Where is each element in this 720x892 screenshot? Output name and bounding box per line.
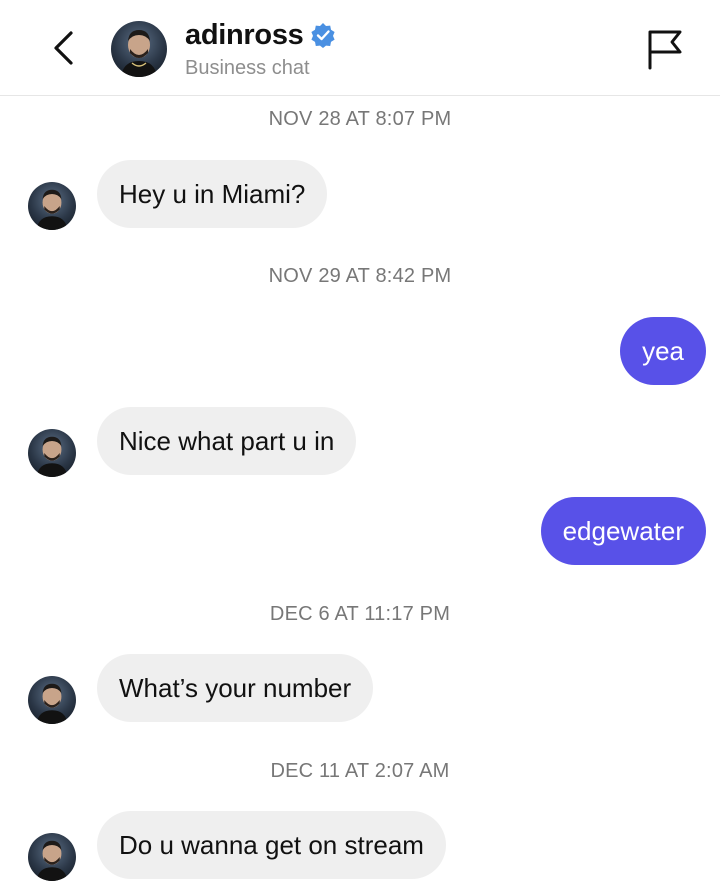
incoming-message[interactable]: What’s your number	[97, 654, 374, 722]
username-row[interactable]: adinross	[185, 18, 336, 52]
timestamp: NOV 28 AT 8:07 PM	[268, 108, 452, 130]
incoming-message[interactable]: Nice what part u in	[97, 407, 357, 475]
chevron-left-icon[interactable]	[44, 28, 84, 68]
sender-avatar[interactable]	[28, 429, 76, 477]
flag-icon[interactable]	[644, 28, 684, 70]
chat-header: adinross Business chat	[0, 0, 720, 96]
sender-avatar[interactable]	[28, 676, 76, 724]
chat-type-label: Business chat	[185, 57, 310, 79]
sender-avatar[interactable]	[28, 833, 76, 881]
sender-avatar[interactable]	[28, 182, 76, 230]
outgoing-message[interactable]: edgewater	[540, 497, 706, 565]
timestamp: DEC 11 AT 2:07 AM	[270, 760, 450, 782]
verified-badge-icon	[311, 23, 336, 48]
username: adinross	[185, 18, 304, 51]
message-thread: NOV 28 AT 8:07 PM Hey u in Miami? NOV 29…	[0, 96, 720, 892]
incoming-message[interactable]: Hey u in Miami?	[97, 160, 328, 228]
outgoing-message[interactable]: yea	[620, 317, 706, 385]
timestamp: NOV 29 AT 8:42 PM	[268, 265, 452, 287]
profile-avatar[interactable]	[111, 21, 167, 77]
timestamp: DEC 6 AT 11:17 PM	[269, 603, 451, 625]
incoming-message[interactable]: Do u wanna get on stream	[97, 811, 446, 879]
